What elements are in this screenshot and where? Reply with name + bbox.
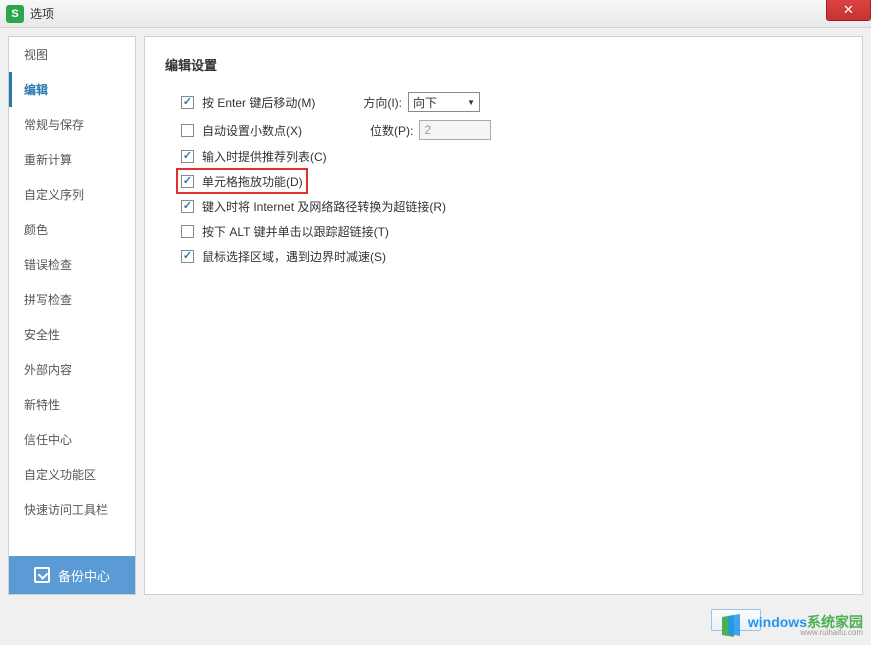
direction-select[interactable]: 向下 ▼ xyxy=(408,92,480,112)
checkbox-mouse-decelerate[interactable] xyxy=(181,250,194,263)
option-alt-click-hyperlink: 按下 ALT 键并单击以跟踪超链接(T) xyxy=(165,219,842,244)
chevron-down-icon: ▼ xyxy=(467,98,475,107)
sidebar-item-new-features[interactable]: 新特性 xyxy=(9,387,135,422)
window-title: 选项 xyxy=(30,5,54,22)
label-mouse-decelerate[interactable]: 鼠标选择区域，遇到边界时减速(S) xyxy=(202,248,386,265)
label-hyperlink-convert[interactable]: 键入时将 Internet 及网络路径转换为超链接(R) xyxy=(202,198,446,215)
close-button[interactable]: ✕ xyxy=(826,0,871,21)
backup-icon xyxy=(34,567,50,583)
checkbox-hyperlink-convert[interactable] xyxy=(181,200,194,213)
sidebar-item-security[interactable]: 安全性 xyxy=(9,317,135,352)
direction-value: 向下 xyxy=(413,94,437,111)
checkbox-recommend-list[interactable] xyxy=(181,150,194,163)
backup-label: 备份中心 xyxy=(58,566,110,585)
label-enter-move[interactable]: 按 Enter 键后移动(M) xyxy=(202,94,315,111)
sidebar-item-trust-center[interactable]: 信任中心 xyxy=(9,422,135,457)
checkbox-enter-move[interactable] xyxy=(181,96,194,109)
option-mouse-decelerate: 鼠标选择区域，遇到边界时减速(S) xyxy=(165,244,842,269)
sidebar-item-general-save[interactable]: 常规与保存 xyxy=(9,107,135,142)
sidebar-item-customize-ribbon[interactable]: 自定义功能区 xyxy=(9,457,135,492)
label-auto-decimal[interactable]: 自动设置小数点(X) xyxy=(202,122,302,139)
main-container: 视图 编辑 常规与保存 重新计算 自定义序列 颜色 错误检查 拼写检查 安全性 … xyxy=(0,28,871,603)
label-cell-drag[interactable]: 单元格拖放功能(D) xyxy=(202,173,303,190)
checkbox-auto-decimal[interactable] xyxy=(181,124,194,137)
sidebar-spacer xyxy=(9,527,135,556)
option-enter-move: 按 Enter 键后移动(M) 方向(I): 向下 ▼ xyxy=(165,88,842,116)
backup-center-button[interactable]: 备份中心 xyxy=(9,556,135,594)
checkbox-alt-click-hyperlink[interactable] xyxy=(181,225,194,238)
direction-label: 方向(I): xyxy=(363,94,402,111)
titlebar: S 选项 ✕ xyxy=(0,0,871,28)
label-alt-click-hyperlink[interactable]: 按下 ALT 键并单击以跟踪超链接(T) xyxy=(202,223,389,240)
app-icon: S xyxy=(6,5,24,23)
watermark: windows系统家园 www.ruihaifu.com xyxy=(720,613,863,639)
digits-input: 2 xyxy=(419,120,491,140)
direction-field: 方向(I): 向下 ▼ xyxy=(363,92,480,112)
sidebar-item-error-check[interactable]: 错误检查 xyxy=(9,247,135,282)
sidebar-item-edit[interactable]: 编辑 xyxy=(9,72,135,107)
watermark-main: windows系统家园 xyxy=(748,615,863,629)
panel-title: 编辑设置 xyxy=(165,55,842,74)
sidebar-item-view[interactable]: 视图 xyxy=(9,37,135,72)
watermark-sub: www.ruihaifu.com xyxy=(748,629,863,637)
option-hyperlink-convert: 键入时将 Internet 及网络路径转换为超链接(R) xyxy=(165,194,842,219)
sidebar-item-color[interactable]: 颜色 xyxy=(9,212,135,247)
option-auto-decimal: 自动设置小数点(X) 位数(P): 2 xyxy=(165,116,842,144)
sidebar-item-external-content[interactable]: 外部内容 xyxy=(9,352,135,387)
sidebar-item-quick-access[interactable]: 快速访问工具栏 xyxy=(9,492,135,527)
close-icon: ✕ xyxy=(843,2,854,18)
checkbox-cell-drag[interactable] xyxy=(181,175,194,188)
sidebar: 视图 编辑 常规与保存 重新计算 自定义序列 颜色 错误检查 拼写检查 安全性 … xyxy=(8,36,136,595)
digits-field: 位数(P): 2 xyxy=(370,120,491,140)
option-cell-drag: 单元格拖放功能(D) xyxy=(165,169,842,194)
watermark-logo-icon xyxy=(720,613,746,639)
watermark-text: windows系统家园 www.ruihaifu.com xyxy=(748,615,863,637)
label-recommend-list[interactable]: 输入时提供推荐列表(C) xyxy=(202,148,327,165)
digits-label: 位数(P): xyxy=(370,122,413,139)
sidebar-item-spell-check[interactable]: 拼写检查 xyxy=(9,282,135,317)
digits-value: 2 xyxy=(424,123,431,137)
sidebar-item-recalculate[interactable]: 重新计算 xyxy=(9,142,135,177)
content-panel: 编辑设置 按 Enter 键后移动(M) 方向(I): 向下 ▼ 自动设置小数点… xyxy=(144,36,863,595)
sidebar-item-custom-list[interactable]: 自定义序列 xyxy=(9,177,135,212)
option-recommend-list: 输入时提供推荐列表(C) xyxy=(165,144,842,169)
